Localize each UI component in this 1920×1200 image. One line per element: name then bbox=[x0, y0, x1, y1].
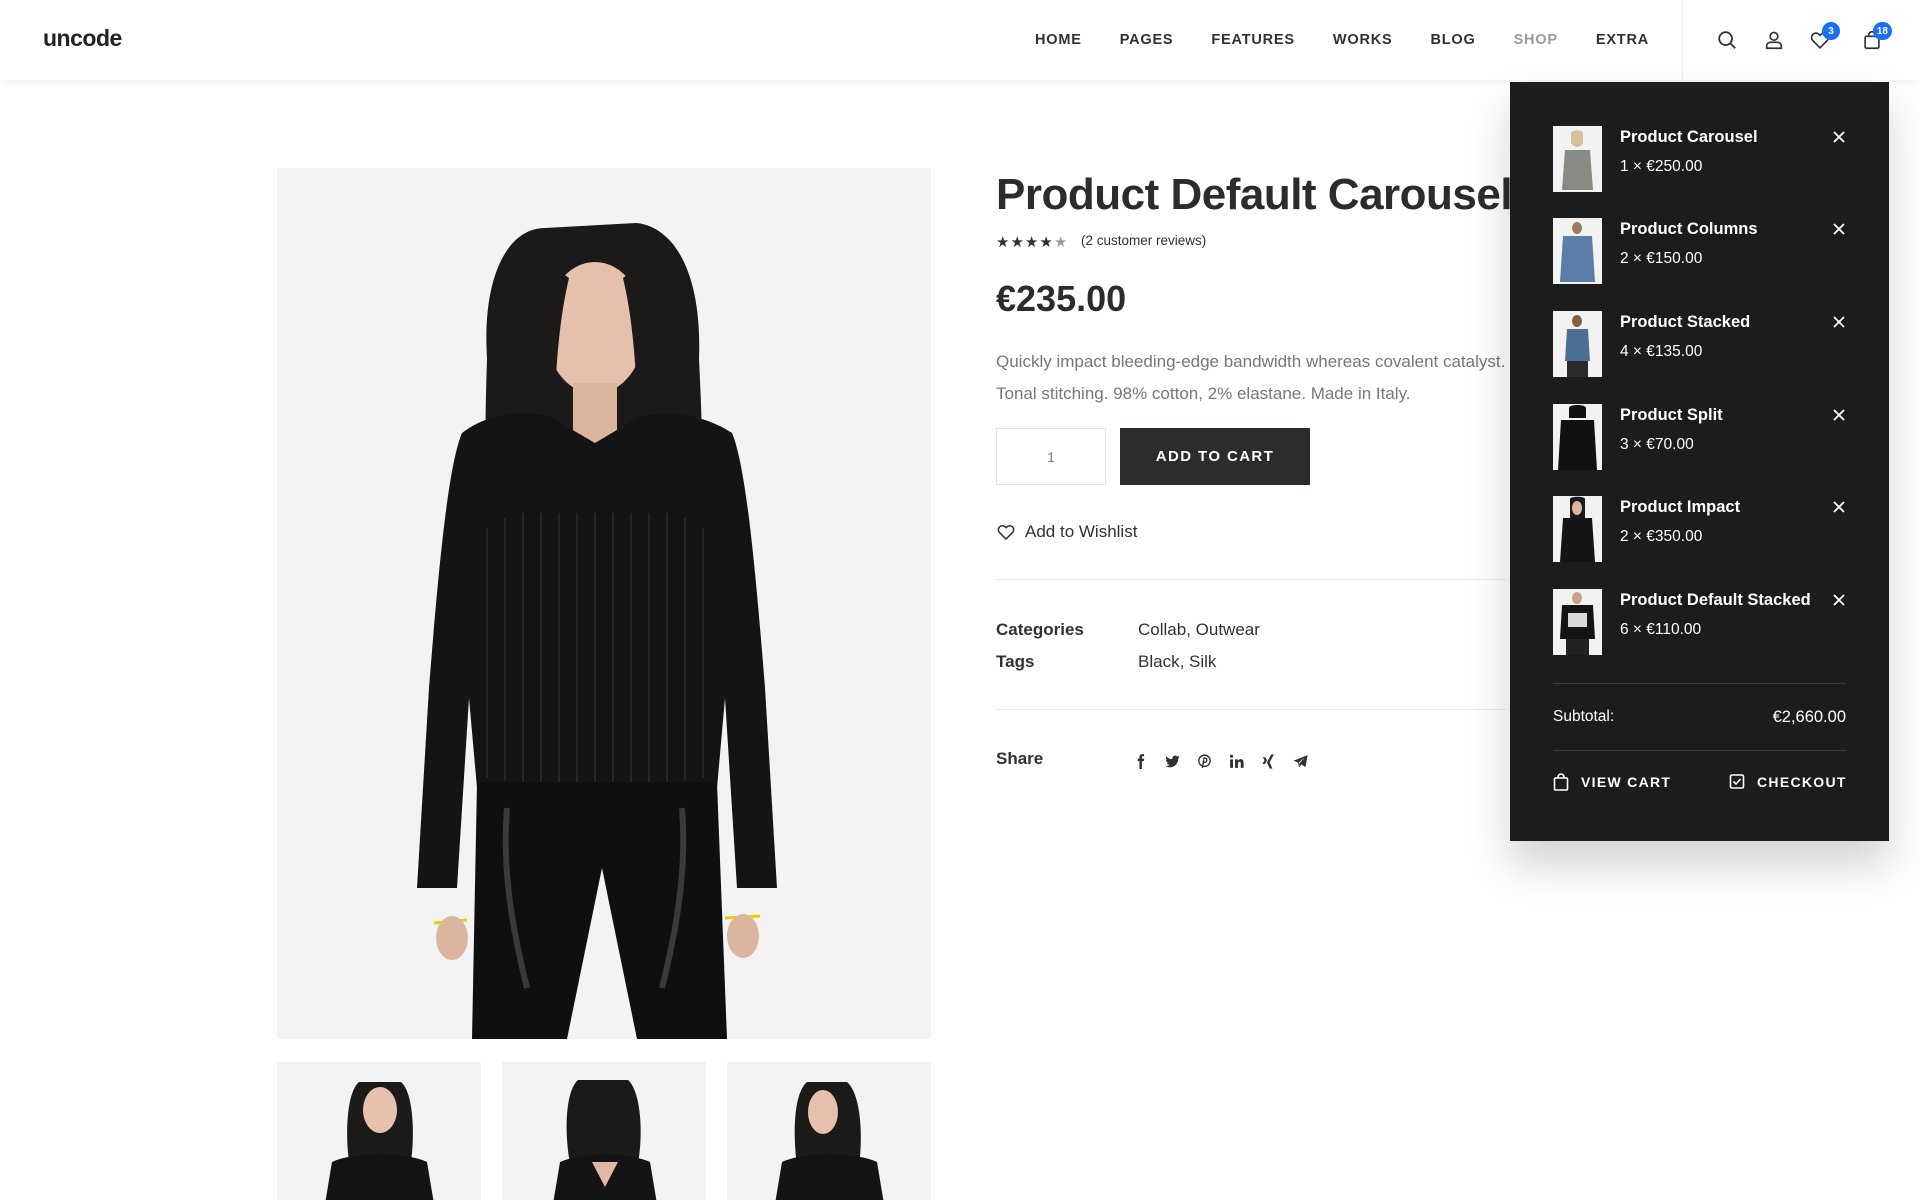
product-description: Quickly impact bleeding-edge bandwidth w… bbox=[996, 352, 1506, 403]
nav-works[interactable]: WORKS bbox=[1333, 32, 1393, 48]
categories-label: Categories bbox=[996, 620, 1084, 639]
site-header: uncode HOME PAGES FEATURES WORKS BLOG SH… bbox=[0, 0, 1920, 80]
cart-item: Product Carousel 1 × €250.00 bbox=[1553, 126, 1846, 192]
product-main-image[interactable] bbox=[277, 168, 931, 1039]
cart-item: Product Impact 2 × €350.00 bbox=[1553, 496, 1846, 562]
main-nav: HOME PAGES FEATURES WORKS BLOG SHOP EXTR… bbox=[1035, 0, 1687, 80]
checkbox-icon bbox=[1729, 774, 1745, 789]
tags-label: Tags bbox=[996, 652, 1035, 671]
header-divider bbox=[1682, 0, 1683, 80]
nav-home[interactable]: HOME bbox=[1035, 32, 1082, 48]
cart-item: Product Columns 2 × €150.00 bbox=[1553, 218, 1846, 284]
star-icon: ★ bbox=[1039, 234, 1053, 251]
cart-item-name[interactable]: Product Impact bbox=[1620, 498, 1740, 517]
cart-item-thumbnail[interactable] bbox=[1553, 404, 1602, 470]
checkout-button[interactable]: CHECKOUT bbox=[1729, 773, 1847, 791]
subtotal-value: €2,660.00 bbox=[1772, 708, 1846, 726]
nav-features[interactable]: FEATURES bbox=[1211, 32, 1294, 48]
star-icon: ★ bbox=[996, 234, 1010, 251]
close-icon[interactable] bbox=[1832, 408, 1846, 422]
mini-cart-dropdown: Product Carousel 1 × €250.00 Product Col… bbox=[1510, 82, 1889, 841]
twitter-icon[interactable] bbox=[1156, 751, 1188, 771]
wishlist-label: Add to Wishlist bbox=[1025, 522, 1138, 541]
close-icon[interactable] bbox=[1832, 222, 1846, 236]
cart-item-qty-price: 4 × €135.00 bbox=[1620, 343, 1703, 360]
cart-item-thumbnail[interactable] bbox=[1553, 311, 1602, 377]
cart-item: Product Default Stacked 6 × €110.00 bbox=[1553, 589, 1846, 655]
nav-extra[interactable]: EXTRA bbox=[1596, 32, 1649, 48]
cart-count-badge: 18 bbox=[1872, 22, 1892, 40]
checkout-label: CHECKOUT bbox=[1757, 774, 1847, 790]
customer-reviews-link[interactable]: (2 customer reviews) bbox=[1081, 233, 1206, 248]
product-thumbnail-2[interactable] bbox=[502, 1062, 706, 1200]
site-logo[interactable]: uncode bbox=[43, 25, 122, 52]
divider bbox=[996, 579, 1506, 580]
wishlist-count-badge: 3 bbox=[1822, 22, 1840, 40]
product-price: €235.00 bbox=[996, 278, 1127, 319]
cart-item-qty-price: 2 × €350.00 bbox=[1620, 528, 1703, 545]
cart-item: Product Split 3 × €70.00 bbox=[1553, 404, 1846, 470]
user-icon[interactable] bbox=[1760, 26, 1788, 54]
star-icon: ★ bbox=[1010, 234, 1024, 251]
product-thumbnail-3[interactable] bbox=[727, 1062, 931, 1200]
quantity-input[interactable]: 1 bbox=[996, 428, 1106, 485]
cart-item-name[interactable]: Product Split bbox=[1620, 406, 1723, 425]
cart-item-name[interactable]: Product Default Stacked bbox=[1620, 591, 1811, 610]
divider bbox=[996, 709, 1506, 710]
star-icon: ★ bbox=[1024, 234, 1039, 251]
linkedin-icon[interactable] bbox=[1220, 751, 1252, 771]
close-icon[interactable] bbox=[1832, 593, 1846, 607]
cart-item-qty-price: 3 × €70.00 bbox=[1620, 436, 1694, 453]
heart-icon[interactable]: 3 bbox=[1806, 22, 1840, 54]
cart-item-name[interactable]: Product Stacked bbox=[1620, 313, 1750, 332]
cart-item: Product Stacked 4 × €135.00 bbox=[1553, 311, 1846, 377]
add-to-cart-button[interactable]: ADD TO CART bbox=[1120, 428, 1310, 485]
divider bbox=[1553, 683, 1846, 684]
view-cart-button[interactable]: VIEW CART bbox=[1553, 773, 1671, 791]
model-photo bbox=[277, 168, 931, 1039]
view-cart-label: VIEW CART bbox=[1581, 774, 1672, 790]
categories-value[interactable]: Collab, Outwear bbox=[1138, 620, 1260, 640]
cart-item-thumbnail[interactable] bbox=[1553, 218, 1602, 284]
cart-item-qty-price: 2 × €150.00 bbox=[1620, 250, 1703, 267]
cart-item-name[interactable]: Product Columns bbox=[1620, 220, 1758, 239]
close-icon[interactable] bbox=[1832, 315, 1846, 329]
cart-item-qty-price: 6 × €110.00 bbox=[1620, 621, 1702, 638]
pinterest-icon[interactable] bbox=[1188, 751, 1220, 771]
tags-value[interactable]: Black, Silk bbox=[1138, 652, 1216, 672]
divider bbox=[1553, 750, 1846, 751]
add-to-wishlist-link[interactable]: Add to Wishlist bbox=[996, 522, 1137, 542]
bag-icon bbox=[1553, 773, 1569, 791]
nav-pages[interactable]: PAGES bbox=[1120, 32, 1174, 48]
xing-icon[interactable] bbox=[1252, 751, 1284, 771]
nav-blog[interactable]: BLOG bbox=[1430, 32, 1475, 48]
telegram-icon[interactable] bbox=[1284, 751, 1316, 771]
product-title: Product Default Carousel bbox=[996, 170, 1513, 219]
cart-item-qty-price: 1 × €250.00 bbox=[1620, 158, 1703, 175]
cart-item-thumbnail[interactable] bbox=[1553, 126, 1602, 192]
share-icons bbox=[1124, 751, 1316, 771]
heart-icon bbox=[997, 525, 1015, 541]
close-icon[interactable] bbox=[1832, 130, 1846, 144]
cart-item-name[interactable]: Product Carousel bbox=[1620, 128, 1758, 147]
nav-shop[interactable]: SHOP bbox=[1514, 32, 1558, 48]
share-label: Share bbox=[996, 749, 1044, 768]
cart-item-thumbnail[interactable] bbox=[1553, 496, 1602, 562]
rating-stars[interactable]: ★ ★ ★ ★ ★ bbox=[996, 233, 1068, 251]
cart-item-thumbnail[interactable] bbox=[1553, 589, 1602, 655]
facebook-icon[interactable] bbox=[1124, 751, 1156, 771]
subtotal-label: Subtotal: bbox=[1553, 708, 1615, 725]
product-thumbnail-1[interactable] bbox=[277, 1062, 481, 1200]
half-star-icon: ★ bbox=[1053, 234, 1068, 251]
search-icon[interactable] bbox=[1713, 26, 1741, 54]
bag-icon[interactable]: 18 bbox=[1858, 22, 1892, 54]
close-icon[interactable] bbox=[1832, 500, 1846, 514]
